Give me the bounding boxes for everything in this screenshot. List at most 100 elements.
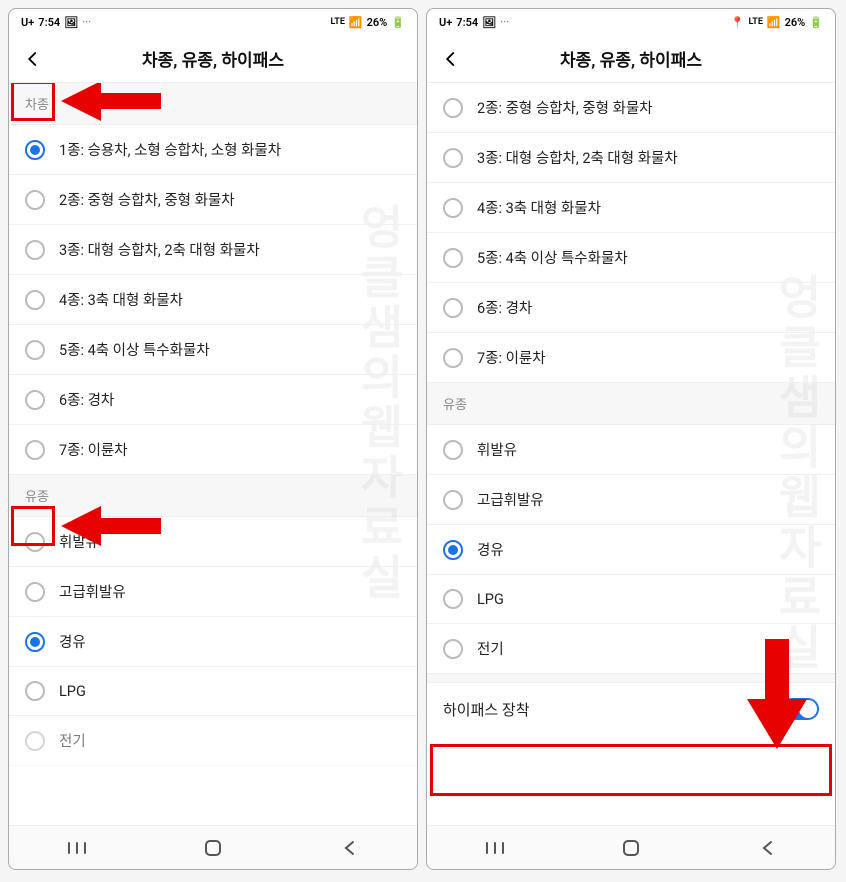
radio-icon bbox=[25, 440, 45, 460]
section-fuel-type: 유종 bbox=[9, 475, 417, 517]
annotation-box-hipass bbox=[430, 744, 832, 796]
radio-icon bbox=[443, 198, 463, 218]
chevron-left-icon bbox=[442, 50, 460, 68]
phone-right: U+ 7:54 🖼 ⋯ 📍 LTE 📶 26% 🔋 차종, 유종, 하이패스 엉… bbox=[426, 8, 836, 870]
option-label: 7종: 이륜차 bbox=[59, 439, 128, 460]
vehicle-option-4[interactable]: 4종: 3축 대형 화물차 bbox=[9, 275, 417, 325]
vehicle-option-2[interactable]: 2종: 중형 승합차, 중형 화물차 bbox=[9, 175, 417, 225]
recent-apps-button[interactable] bbox=[47, 841, 107, 855]
back-button[interactable] bbox=[439, 47, 463, 71]
fuel-option-3[interactable]: 경유 bbox=[427, 525, 835, 575]
option-label: 3종: 대형 승합차, 2축 대형 화물차 bbox=[477, 147, 678, 168]
vehicle-option-1[interactable]: 1종: 승용차, 소형 승합차, 소형 화물차 bbox=[9, 125, 417, 175]
section-fuel-type: 유종 bbox=[427, 383, 835, 425]
photo-icon: 🖼 bbox=[482, 16, 496, 29]
home-button[interactable] bbox=[183, 839, 243, 857]
notif-dots: ⋯ bbox=[500, 17, 509, 27]
option-label: 1종: 승용차, 소형 승합차, 소형 화물차 bbox=[59, 139, 281, 160]
recent-icon bbox=[67, 841, 87, 855]
toggle-switch[interactable] bbox=[781, 698, 819, 720]
page-title: 차종, 유종, 하이패스 bbox=[560, 46, 702, 71]
home-button[interactable] bbox=[601, 839, 661, 857]
recent-icon bbox=[485, 841, 505, 855]
vehicle-option-6[interactable]: 6종: 경차 bbox=[9, 375, 417, 425]
option-label: 6종: 경차 bbox=[477, 297, 532, 318]
radio-icon bbox=[25, 681, 45, 701]
radio-icon bbox=[443, 148, 463, 168]
option-label: 전기 bbox=[59, 730, 86, 751]
radio-icon bbox=[25, 290, 45, 310]
option-label: 휘발유 bbox=[477, 439, 517, 460]
network-label: LTE bbox=[748, 17, 762, 27]
page-title: 차종, 유종, 하이패스 bbox=[142, 46, 284, 71]
network-label: LTE bbox=[330, 17, 344, 27]
option-label: 전기 bbox=[477, 638, 504, 659]
battery-icon: 🔋 bbox=[391, 16, 405, 29]
option-label: LPG bbox=[477, 591, 504, 608]
vehicle-option-3[interactable]: 3종: 대형 승합차, 2축 대형 화물차 bbox=[9, 225, 417, 275]
divider bbox=[427, 674, 835, 683]
signal-icon: 📶 bbox=[767, 16, 781, 29]
radio-icon bbox=[25, 140, 45, 160]
back-nav-button[interactable] bbox=[737, 840, 797, 856]
recent-apps-button[interactable] bbox=[465, 841, 525, 855]
content-left: 엉클샘의웹자료실 차종 1종: 승용차, 소형 승합차, 소형 화물차 2종: … bbox=[9, 83, 417, 825]
fuel-option-4[interactable]: LPG bbox=[427, 575, 835, 624]
radio-icon bbox=[443, 348, 463, 368]
radio-icon bbox=[25, 340, 45, 360]
fuel-option-1[interactable]: 휘발유 bbox=[9, 517, 417, 567]
vehicle-option-6[interactable]: 6종: 경차 bbox=[427, 283, 835, 333]
fuel-option-4[interactable]: LPG bbox=[9, 667, 417, 716]
vehicle-option-7[interactable]: 7종: 이륜차 bbox=[9, 425, 417, 475]
carrier-label: U+ bbox=[21, 16, 34, 29]
vehicle-option-4[interactable]: 4종: 3축 대형 화물차 bbox=[427, 183, 835, 233]
radio-icon bbox=[443, 440, 463, 460]
fuel-option-5[interactable]: 전기 bbox=[427, 624, 835, 674]
signal-icon: 📶 bbox=[349, 16, 363, 29]
vehicle-option-3[interactable]: 3종: 대형 승합차, 2축 대형 화물차 bbox=[427, 133, 835, 183]
vehicle-option-5[interactable]: 5종: 4축 이상 특수화물차 bbox=[427, 233, 835, 283]
notif-dots: ⋯ bbox=[82, 17, 91, 27]
vehicle-option-7[interactable]: 7종: 이륜차 bbox=[427, 333, 835, 383]
radio-icon bbox=[25, 390, 45, 410]
status-bar: U+ 7:54 🖼 ⋯ LTE 📶 26% 🔋 bbox=[9, 9, 417, 35]
status-bar: U+ 7:54 🖼 ⋯ 📍 LTE 📶 26% 🔋 bbox=[427, 9, 835, 35]
option-label: 4종: 3축 대형 화물차 bbox=[477, 197, 601, 218]
fuel-option-1[interactable]: 휘발유 bbox=[427, 425, 835, 475]
option-label: 3종: 대형 승합차, 2축 대형 화물차 bbox=[59, 239, 260, 260]
back-button[interactable] bbox=[21, 47, 45, 71]
radio-icon bbox=[25, 240, 45, 260]
option-label: 6종: 경차 bbox=[59, 389, 114, 410]
vehicle-option-2[interactable]: 2종: 중형 승합차, 중형 화물차 bbox=[427, 83, 835, 133]
option-label: 5종: 4축 이상 특수화물차 bbox=[477, 247, 628, 268]
option-label: 고급휘발유 bbox=[59, 581, 126, 602]
vehicle-option-5[interactable]: 5종: 4축 이상 특수화물차 bbox=[9, 325, 417, 375]
home-icon bbox=[204, 839, 222, 857]
radio-icon bbox=[25, 190, 45, 210]
option-label: 경유 bbox=[477, 539, 504, 560]
radio-icon bbox=[443, 540, 463, 560]
radio-icon bbox=[443, 589, 463, 609]
fuel-option-2[interactable]: 고급휘발유 bbox=[9, 567, 417, 617]
fuel-option-3[interactable]: 경유 bbox=[9, 617, 417, 667]
app-header: 차종, 유종, 하이패스 bbox=[427, 35, 835, 83]
home-icon bbox=[622, 839, 640, 857]
fuel-option-5[interactable]: 전기 bbox=[9, 716, 417, 766]
radio-icon bbox=[443, 248, 463, 268]
section-vehicle-type: 차종 bbox=[9, 83, 417, 125]
phone-left: U+ 7:54 🖼 ⋯ LTE 📶 26% 🔋 차종, 유종, 하이패스 엉클샘… bbox=[8, 8, 418, 870]
chevron-left-icon bbox=[24, 50, 42, 68]
hipass-toggle-row[interactable]: 하이패스 장착 bbox=[427, 683, 835, 735]
radio-icon bbox=[25, 582, 45, 602]
photo-icon: 🖼 bbox=[64, 16, 78, 29]
option-label: 2종: 중형 승합차, 중형 화물차 bbox=[59, 189, 235, 210]
hipass-label: 하이패스 장착 bbox=[443, 699, 530, 720]
back-nav-button[interactable] bbox=[319, 840, 379, 856]
back-icon bbox=[760, 840, 774, 856]
radio-icon bbox=[25, 731, 45, 751]
battery-label: 26% bbox=[367, 16, 388, 29]
time-label: 7:54 bbox=[38, 16, 60, 29]
app-header: 차종, 유종, 하이패스 bbox=[9, 35, 417, 83]
radio-icon bbox=[443, 490, 463, 510]
fuel-option-2[interactable]: 고급휘발유 bbox=[427, 475, 835, 525]
